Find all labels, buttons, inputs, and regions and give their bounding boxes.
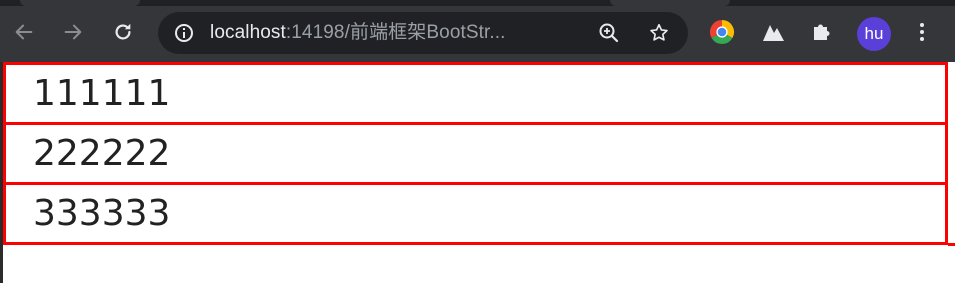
border-overflow (948, 243, 955, 246)
kebab-menu-icon[interactable] (912, 18, 932, 46)
list-item-text: 111111 (33, 73, 171, 114)
url-text[interactable]: localhost:14198/前端框架BootStr... (210, 12, 506, 54)
back-button[interactable] (10, 18, 38, 46)
list-item-text: 222222 (33, 133, 171, 174)
list-item: 222222 (3, 122, 948, 185)
extension-button[interactable] (708, 18, 736, 46)
triangle-extension-icon (763, 25, 784, 41)
arrow-left-icon (15, 24, 33, 40)
list-item: 333333 (3, 182, 948, 245)
zoom-in-icon[interactable] (598, 22, 620, 44)
tab-strip (0, 0, 955, 6)
extension-button[interactable] (759, 18, 787, 46)
star-icon[interactable] (648, 22, 670, 44)
tab-edge[interactable] (610, 0, 730, 6)
list-item: 111111 (3, 62, 948, 125)
puzzle-icon (814, 24, 830, 40)
url-host: localhost (210, 22, 286, 43)
list-item-text: 333333 (33, 193, 171, 234)
browser-toolbar: localhost:14198/前端框架BootStr... hu (0, 0, 955, 62)
url-path: :14198/前端框架BootStr... (285, 22, 506, 43)
profile-avatar[interactable]: hu (857, 17, 891, 51)
arrow-right-icon (64, 24, 82, 40)
chrome-logo-icon (709, 19, 735, 45)
page-content: 111111 222222 333333 (0, 62, 955, 283)
extensions-button[interactable] (808, 18, 836, 46)
address-bar[interactable]: localhost:14198/前端框架BootStr... (158, 12, 688, 54)
info-icon[interactable] (174, 23, 194, 43)
profile-initials: hu (864, 24, 884, 43)
reload-button[interactable] (109, 18, 137, 46)
tab-edge[interactable] (20, 0, 140, 6)
reload-icon (115, 23, 131, 40)
forward-button[interactable] (59, 18, 87, 46)
